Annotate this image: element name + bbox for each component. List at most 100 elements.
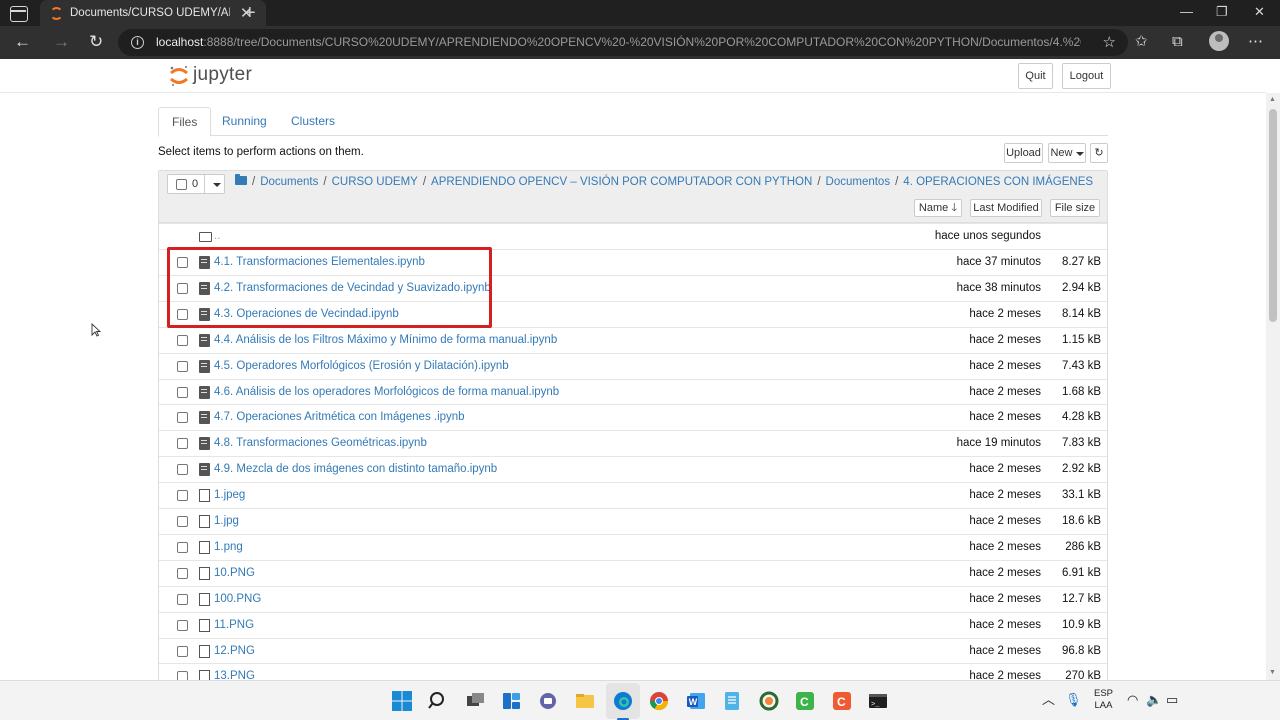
teams-chat-icon[interactable] [537, 690, 559, 712]
battery-icon[interactable]: ▭ [1166, 692, 1178, 708]
upload-button[interactable]: Upload [1004, 143, 1043, 163]
scroll-down-icon[interactable]: ▼ [1269, 669, 1276, 676]
file-name-link[interactable]: 4.2. Transformaciones de Vecindad y Suav… [214, 282, 491, 294]
refresh-button[interactable]: ↻ [1090, 143, 1108, 163]
add-favorite-icon[interactable]: ☆ [1103, 33, 1116, 51]
row-checkbox[interactable] [177, 308, 188, 320]
row-checkbox[interactable] [177, 490, 188, 502]
select-all-control[interactable]: 0 [167, 174, 225, 194]
row-checkbox[interactable] [177, 619, 188, 631]
file-name-link[interactable]: 1.png [214, 541, 243, 553]
collections-icon[interactable]: ⧉ [1172, 32, 1183, 52]
scroll-up-icon[interactable]: ▲ [1269, 96, 1276, 103]
maximize-button[interactable]: ❐ [1216, 3, 1228, 21]
close-window-button[interactable]: ✕ [1254, 3, 1265, 21]
tab-clusters[interactable]: Clusters [278, 107, 348, 136]
row-checkbox[interactable] [177, 412, 188, 424]
breadcrumb-course[interactable]: APRENDIENDO OPENCV – VISIÓN POR COMPUTAD… [431, 176, 812, 188]
file-row[interactable]: 1.jpg hace 2 meses 18.6 kB [159, 508, 1107, 534]
file-name-link[interactable]: 4.5. Operadores Morfológicos (Erosión y … [214, 360, 509, 372]
sort-name-button[interactable]: Name 🡓 [914, 199, 962, 217]
row-checkbox[interactable] [177, 541, 188, 553]
file-name-link[interactable]: 11.PNG [214, 619, 254, 631]
file-row[interactable]: 4.9. Mezcla de dos imágenes con distinto… [159, 456, 1107, 482]
breadcrumb-documentos[interactable]: Documentos [826, 176, 891, 188]
quit-button[interactable]: Quit [1018, 63, 1053, 89]
file-row[interactable]: 4.4. Análisis de los Filtros Máximo y Mí… [159, 326, 1107, 353]
favorites-icon[interactable]: ✩ [1135, 32, 1148, 52]
terminal-icon[interactable]: >_ [867, 690, 889, 712]
file-row[interactable]: 10.PNG hace 2 meses 6.91 kB [159, 559, 1107, 586]
word-icon[interactable]: W [685, 690, 707, 712]
file-name-link[interactable]: 1.jpeg [214, 489, 245, 501]
address-bar[interactable]: i localhost:8888/tree/Documents/CURSO%20… [118, 29, 1128, 56]
file-name-link[interactable]: 4.9. Mezcla de dos imágenes con distinto… [214, 463, 497, 475]
row-checkbox[interactable] [177, 645, 188, 657]
scroll-thumb[interactable] [1269, 109, 1277, 322]
tab-running[interactable]: Running [209, 107, 280, 136]
file-row[interactable]: 4.2. Transformaciones de Vecindad y Suav… [159, 274, 1107, 301]
tab-actions-icon[interactable] [10, 6, 28, 22]
file-name-link[interactable]: 13.PNG [214, 670, 255, 680]
file-name-link[interactable]: 4.1. Transformaciones Elementales.ipynb [214, 256, 425, 268]
file-name-link[interactable]: 100.PNG [214, 593, 261, 605]
file-row[interactable]: 4.8. Transformaciones Geométricas.ipynb h… [159, 430, 1107, 456]
screen-recorder-icon[interactable]: C [831, 690, 853, 712]
file-name-link[interactable]: 1.jpg [214, 515, 239, 527]
task-view-icon[interactable] [465, 690, 487, 712]
back-button[interactable]: ← [14, 32, 31, 52]
page-scrollbar[interactable]: ▲ ▼ [1266, 93, 1280, 680]
show-hidden-icons[interactable]: ︿ [1042, 692, 1055, 708]
file-row[interactable]: 4.5. Operadores Morfológicos (Erosión y … [159, 352, 1107, 379]
home-folder-icon[interactable] [235, 174, 247, 185]
file-explorer-icon[interactable] [574, 690, 596, 712]
language-indicator[interactable]: ESP LAA [1094, 688, 1113, 712]
row-checkbox[interactable] [177, 516, 188, 527]
parent-dir-row[interactable]: .. hace unos segundos [159, 223, 1107, 249]
file-row[interactable]: 11.PNG hace 2 meses 10.9 kB [159, 611, 1107, 638]
file-row[interactable]: 12.PNG hace 2 meses 96.8 kB [159, 637, 1107, 664]
breadcrumb-curso-udemy[interactable]: CURSO UDEMY [332, 176, 418, 188]
breadcrumb-current-folder[interactable]: 4. OPERACIONES CON IMÁGENES [903, 176, 1093, 188]
new-tab-button[interactable]: + [244, 2, 256, 24]
browser-tab[interactable]: Documents/CURSO UDEMY/APRENDIENDO OPENCV… [40, 0, 266, 26]
logout-button[interactable]: Logout [1062, 63, 1111, 89]
row-checkbox[interactable] [177, 593, 188, 605]
edge-icon[interactable] [612, 690, 634, 712]
widgets-icon[interactable] [501, 690, 523, 712]
forward-button[interactable]: → [53, 32, 70, 52]
row-checkbox[interactable] [177, 386, 188, 398]
wifi-icon[interactable]: ◠ [1127, 692, 1138, 708]
row-checkbox[interactable] [177, 438, 188, 450]
tab-files[interactable]: Files [158, 107, 212, 137]
search-icon[interactable] [427, 690, 449, 712]
chrome-icon[interactable] [648, 690, 670, 712]
file-row[interactable]: 4.1. Transformaciones Elementales.ipynb h… [159, 249, 1107, 275]
file-row[interactable]: 1.png hace 2 meses 286 kB [159, 533, 1107, 560]
file-name-link[interactable]: 12.PNG [214, 645, 255, 657]
url-text[interactable]: localhost:8888/tree/Documents/CURSO%20UD… [156, 35, 1081, 49]
jupyter-logo[interactable]: jupyter [168, 64, 258, 88]
file-name-link[interactable]: 4.4. Análisis de los Filtros Máximo y Mí… [214, 334, 557, 346]
file-name-link[interactable]: 10.PNG [214, 567, 255, 579]
reload-button[interactable]: ↻ [89, 32, 103, 52]
row-checkbox[interactable] [177, 464, 188, 476]
more-icon[interactable]: ⋯ [1248, 32, 1263, 52]
file-row[interactable]: 4.3. Operaciones de Vecindad.ipynb hace 2… [159, 300, 1107, 327]
windows-start-icon[interactable] [391, 690, 413, 712]
sort-size-button[interactable]: File size [1050, 199, 1100, 217]
profile-avatar[interactable] [1209, 31, 1229, 51]
file-row[interactable]: 4.7. Operaciones Aritmética con Imágenes… [159, 404, 1107, 430]
file-name-link[interactable]: 4.7. Operaciones Aritmética con Imágenes… [214, 411, 465, 423]
parent-dir-link[interactable]: .. [214, 230, 220, 242]
file-row[interactable]: 100.PNG hace 2 meses 12.7 kB [159, 585, 1107, 612]
file-name-link[interactable]: 4.8. Transformaciones Geométricas.ipynb [214, 437, 427, 449]
file-row[interactable]: 13.PNG hace 2 meses 270 kB [159, 663, 1107, 680]
minimize-button[interactable]: — [1180, 3, 1193, 21]
microphone-icon[interactable]: 🎙 [1065, 692, 1082, 708]
file-name-link[interactable]: 4.6. Análisis de los operadores Morfológ… [214, 386, 559, 398]
row-checkbox[interactable] [177, 671, 188, 680]
row-checkbox[interactable] [177, 334, 188, 346]
file-row[interactable]: 1.jpeg hace 2 meses 33.1 kB [159, 482, 1107, 508]
row-checkbox[interactable] [177, 360, 188, 372]
